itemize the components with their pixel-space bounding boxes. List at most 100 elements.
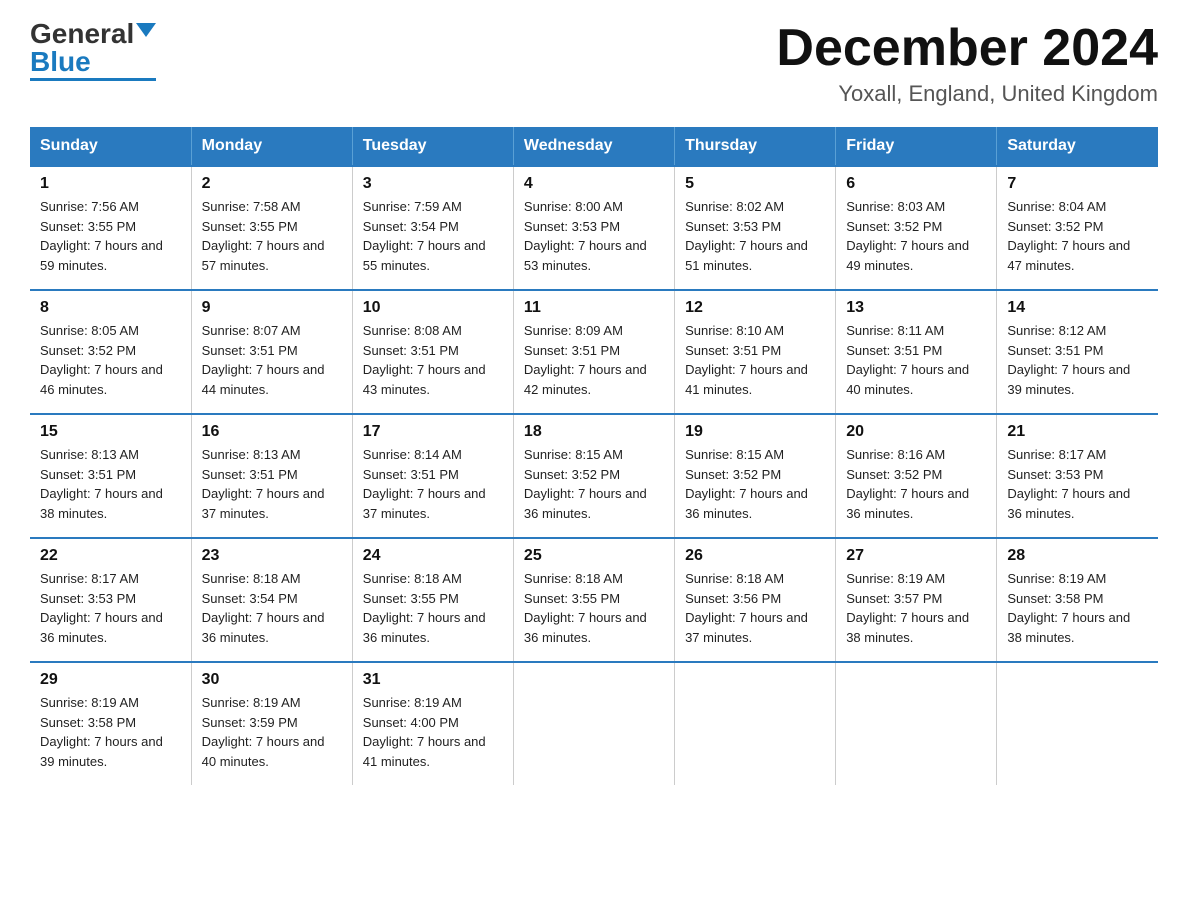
day-cell: 5 Sunrise: 8:02 AMSunset: 3:53 PMDayligh… (675, 166, 836, 290)
day-number: 13 (846, 299, 986, 317)
day-cell (997, 662, 1158, 785)
day-cell: 9 Sunrise: 8:07 AMSunset: 3:51 PMDayligh… (191, 290, 352, 414)
day-cell: 22 Sunrise: 8:17 AMSunset: 3:53 PMDaylig… (30, 538, 191, 662)
day-info: Sunrise: 8:18 AMSunset: 3:55 PMDaylight:… (524, 571, 647, 645)
day-cell: 3 Sunrise: 7:59 AMSunset: 3:54 PMDayligh… (352, 166, 513, 290)
day-number: 7 (1007, 175, 1148, 193)
day-number: 19 (685, 423, 825, 441)
day-cell: 6 Sunrise: 8:03 AMSunset: 3:52 PMDayligh… (836, 166, 997, 290)
day-info: Sunrise: 8:18 AMSunset: 3:54 PMDaylight:… (202, 571, 325, 645)
month-title: December 2024 (776, 20, 1158, 77)
day-info: Sunrise: 7:58 AMSunset: 3:55 PMDaylight:… (202, 199, 325, 273)
day-info: Sunrise: 8:04 AMSunset: 3:52 PMDaylight:… (1007, 199, 1130, 273)
day-number: 8 (40, 299, 181, 317)
day-cell: 26 Sunrise: 8:18 AMSunset: 3:56 PMDaylig… (675, 538, 836, 662)
day-info: Sunrise: 7:56 AMSunset: 3:55 PMDaylight:… (40, 199, 163, 273)
day-info: Sunrise: 8:16 AMSunset: 3:52 PMDaylight:… (846, 447, 969, 521)
week-row-5: 29 Sunrise: 8:19 AMSunset: 3:58 PMDaylig… (30, 662, 1158, 785)
day-info: Sunrise: 8:18 AMSunset: 3:55 PMDaylight:… (363, 571, 486, 645)
day-info: Sunrise: 8:19 AMSunset: 3:57 PMDaylight:… (846, 571, 969, 645)
day-cell: 18 Sunrise: 8:15 AMSunset: 3:52 PMDaylig… (513, 414, 674, 538)
day-info: Sunrise: 8:00 AMSunset: 3:53 PMDaylight:… (524, 199, 647, 273)
day-cell: 2 Sunrise: 7:58 AMSunset: 3:55 PMDayligh… (191, 166, 352, 290)
day-number: 16 (202, 423, 342, 441)
day-info: Sunrise: 8:03 AMSunset: 3:52 PMDaylight:… (846, 199, 969, 273)
day-info: Sunrise: 8:05 AMSunset: 3:52 PMDaylight:… (40, 323, 163, 397)
day-number: 3 (363, 175, 503, 193)
day-cell: 8 Sunrise: 8:05 AMSunset: 3:52 PMDayligh… (30, 290, 191, 414)
day-info: Sunrise: 8:19 AMSunset: 3:59 PMDaylight:… (202, 695, 325, 769)
day-cell: 14 Sunrise: 8:12 AMSunset: 3:51 PMDaylig… (997, 290, 1158, 414)
day-cell: 1 Sunrise: 7:56 AMSunset: 3:55 PMDayligh… (30, 166, 191, 290)
day-cell: 25 Sunrise: 8:18 AMSunset: 3:55 PMDaylig… (513, 538, 674, 662)
day-cell: 7 Sunrise: 8:04 AMSunset: 3:52 PMDayligh… (997, 166, 1158, 290)
day-cell: 24 Sunrise: 8:18 AMSunset: 3:55 PMDaylig… (352, 538, 513, 662)
day-number: 22 (40, 547, 181, 565)
day-number: 25 (524, 547, 664, 565)
day-number: 6 (846, 175, 986, 193)
logo-blue-text: Blue (30, 48, 91, 76)
day-info: Sunrise: 8:14 AMSunset: 3:51 PMDaylight:… (363, 447, 486, 521)
day-cell: 27 Sunrise: 8:19 AMSunset: 3:57 PMDaylig… (836, 538, 997, 662)
day-info: Sunrise: 8:12 AMSunset: 3:51 PMDaylight:… (1007, 323, 1130, 397)
day-cell: 13 Sunrise: 8:11 AMSunset: 3:51 PMDaylig… (836, 290, 997, 414)
day-cell: 30 Sunrise: 8:19 AMSunset: 3:59 PMDaylig… (191, 662, 352, 785)
day-number: 30 (202, 671, 342, 689)
day-info: Sunrise: 8:17 AMSunset: 3:53 PMDaylight:… (1007, 447, 1130, 521)
day-number: 24 (363, 547, 503, 565)
day-info: Sunrise: 8:11 AMSunset: 3:51 PMDaylight:… (846, 323, 969, 397)
day-info: Sunrise: 8:09 AMSunset: 3:51 PMDaylight:… (524, 323, 647, 397)
day-number: 5 (685, 175, 825, 193)
day-number: 1 (40, 175, 181, 193)
day-info: Sunrise: 8:19 AMSunset: 4:00 PMDaylight:… (363, 695, 486, 769)
calendar-body: 1 Sunrise: 7:56 AMSunset: 3:55 PMDayligh… (30, 166, 1158, 785)
day-cell: 12 Sunrise: 8:10 AMSunset: 3:51 PMDaylig… (675, 290, 836, 414)
header-cell-wednesday: Wednesday (513, 127, 674, 166)
header-row: SundayMondayTuesdayWednesdayThursdayFrid… (30, 127, 1158, 166)
title-section: December 2024 Yoxall, England, United Ki… (776, 20, 1158, 107)
day-cell: 10 Sunrise: 8:08 AMSunset: 3:51 PMDaylig… (352, 290, 513, 414)
day-cell (836, 662, 997, 785)
day-info: Sunrise: 8:19 AMSunset: 3:58 PMDaylight:… (1007, 571, 1130, 645)
day-info: Sunrise: 8:13 AMSunset: 3:51 PMDaylight:… (202, 447, 325, 521)
day-info: Sunrise: 8:15 AMSunset: 3:52 PMDaylight:… (685, 447, 808, 521)
logo-underline (30, 78, 156, 81)
day-cell: 23 Sunrise: 8:18 AMSunset: 3:54 PMDaylig… (191, 538, 352, 662)
day-number: 28 (1007, 547, 1148, 565)
week-row-1: 1 Sunrise: 7:56 AMSunset: 3:55 PMDayligh… (30, 166, 1158, 290)
calendar-header: SundayMondayTuesdayWednesdayThursdayFrid… (30, 127, 1158, 166)
logo-triangle-icon (136, 23, 156, 37)
day-cell: 28 Sunrise: 8:19 AMSunset: 3:58 PMDaylig… (997, 538, 1158, 662)
day-cell: 20 Sunrise: 8:16 AMSunset: 3:52 PMDaylig… (836, 414, 997, 538)
header-cell-saturday: Saturday (997, 127, 1158, 166)
day-cell: 17 Sunrise: 8:14 AMSunset: 3:51 PMDaylig… (352, 414, 513, 538)
day-number: 2 (202, 175, 342, 193)
header-cell-monday: Monday (191, 127, 352, 166)
day-number: 10 (363, 299, 503, 317)
calendar-table: SundayMondayTuesdayWednesdayThursdayFrid… (30, 127, 1158, 785)
week-row-4: 22 Sunrise: 8:17 AMSunset: 3:53 PMDaylig… (30, 538, 1158, 662)
day-number: 20 (846, 423, 986, 441)
day-info: Sunrise: 8:07 AMSunset: 3:51 PMDaylight:… (202, 323, 325, 397)
day-number: 18 (524, 423, 664, 441)
day-number: 14 (1007, 299, 1148, 317)
day-cell: 21 Sunrise: 8:17 AMSunset: 3:53 PMDaylig… (997, 414, 1158, 538)
logo-general-text: General (30, 20, 134, 48)
day-number: 23 (202, 547, 342, 565)
day-number: 21 (1007, 423, 1148, 441)
day-info: Sunrise: 8:15 AMSunset: 3:52 PMDaylight:… (524, 447, 647, 521)
day-cell: 16 Sunrise: 8:13 AMSunset: 3:51 PMDaylig… (191, 414, 352, 538)
day-cell: 31 Sunrise: 8:19 AMSunset: 4:00 PMDaylig… (352, 662, 513, 785)
day-cell: 29 Sunrise: 8:19 AMSunset: 3:58 PMDaylig… (30, 662, 191, 785)
header-cell-sunday: Sunday (30, 127, 191, 166)
day-cell: 4 Sunrise: 8:00 AMSunset: 3:53 PMDayligh… (513, 166, 674, 290)
day-cell: 19 Sunrise: 8:15 AMSunset: 3:52 PMDaylig… (675, 414, 836, 538)
day-cell: 15 Sunrise: 8:13 AMSunset: 3:51 PMDaylig… (30, 414, 191, 538)
day-info: Sunrise: 8:08 AMSunset: 3:51 PMDaylight:… (363, 323, 486, 397)
day-number: 27 (846, 547, 986, 565)
logo: General Blue (30, 20, 156, 81)
page-header: General Blue December 2024 Yoxall, Engla… (30, 20, 1158, 107)
day-cell (513, 662, 674, 785)
day-cell (675, 662, 836, 785)
header-cell-tuesday: Tuesday (352, 127, 513, 166)
